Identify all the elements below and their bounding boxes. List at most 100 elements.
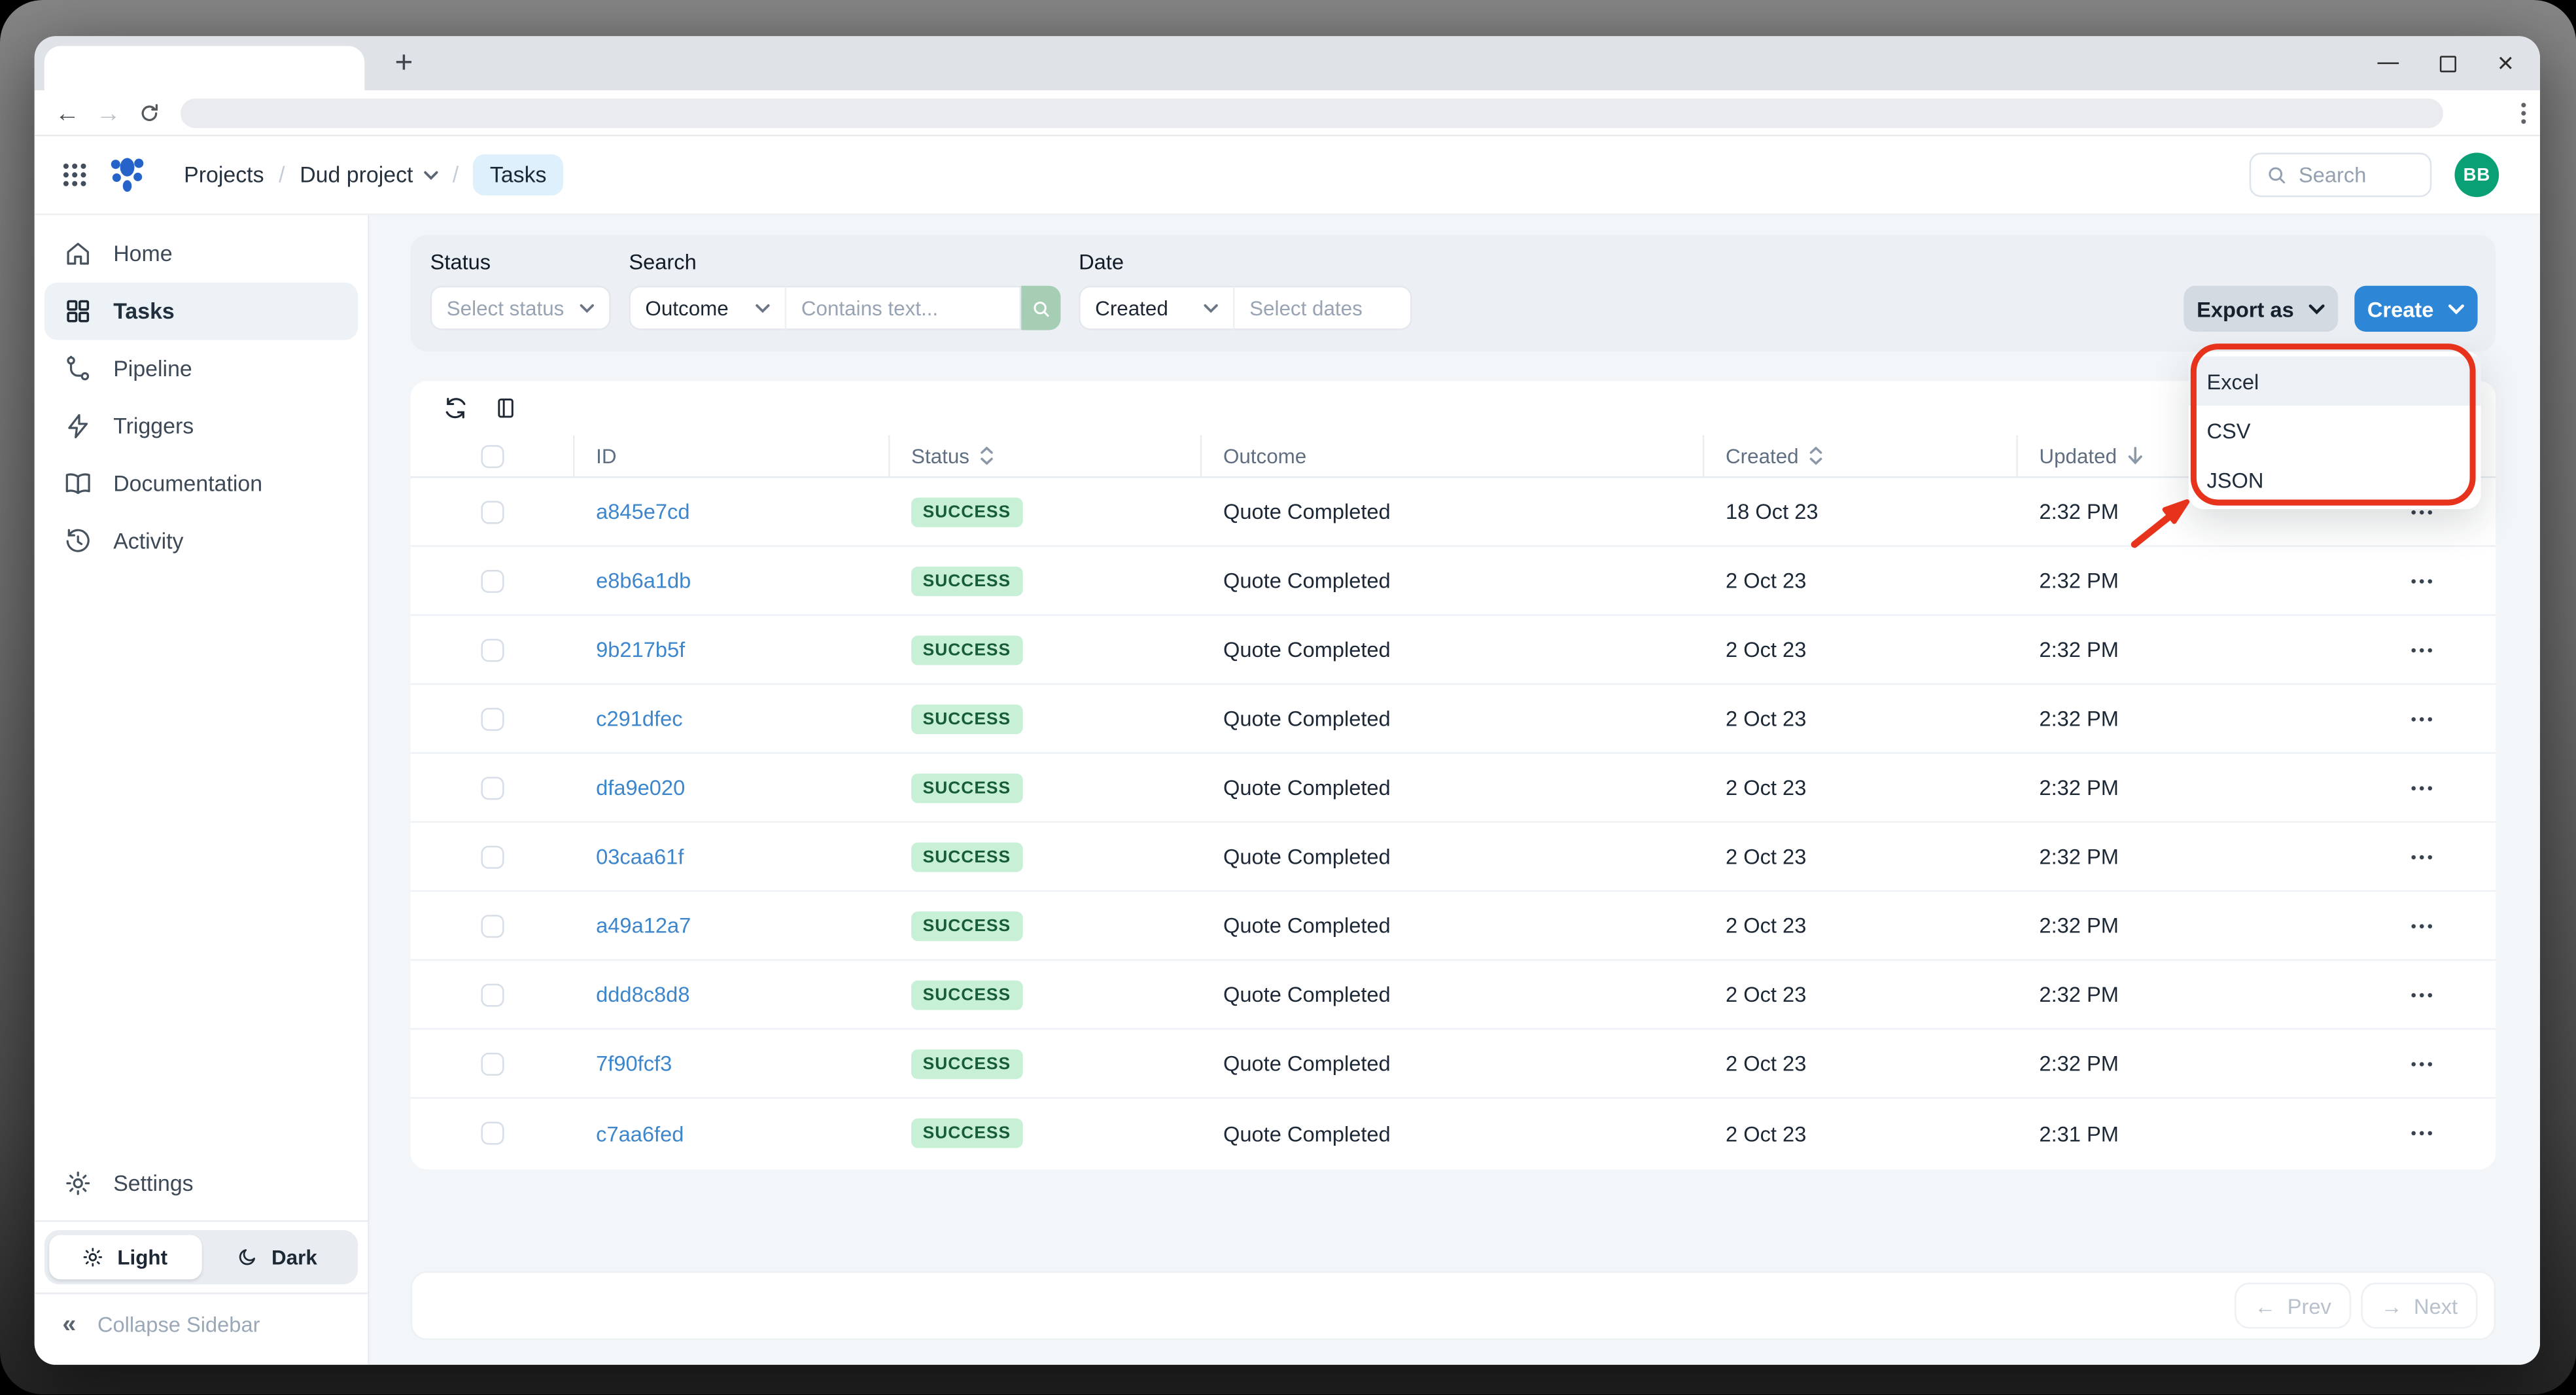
row-actions-button[interactable]: [2348, 616, 2496, 683]
task-id-link[interactable]: e8b6a1db: [596, 568, 691, 593]
task-id-link[interactable]: 9b217b5f: [596, 637, 685, 662]
sidebar-item-home[interactable]: Home: [44, 225, 358, 283]
row-checkbox[interactable]: [481, 983, 504, 1006]
row-checkbox[interactable]: [481, 775, 504, 800]
breadcrumb-current-tasks[interactable]: Tasks: [473, 154, 563, 196]
search-field-select[interactable]: Outcome: [629, 285, 785, 330]
export-menu-item[interactable]: CSV: [2189, 406, 2481, 455]
row-checkbox[interactable]: [481, 913, 504, 937]
row-actions-button[interactable]: [2348, 1030, 2496, 1097]
filter-panel: Status Search Date Select status Outcome: [410, 234, 2496, 352]
app-grid-icon[interactable]: [62, 162, 87, 187]
task-id-link[interactable]: c291dfec: [596, 706, 682, 731]
columns-icon[interactable]: [495, 396, 517, 421]
row-checkbox[interactable]: [481, 638, 504, 662]
sidebar-item-activity[interactable]: Activity: [44, 512, 358, 570]
task-id-link[interactable]: 7f90fcf3: [596, 1051, 672, 1076]
collapse-sidebar-button[interactable]: « Collapse Sidebar: [35, 1302, 368, 1345]
sidebar-item-documentation[interactable]: Documentation: [44, 455, 358, 512]
export-option-label: Excel: [2206, 368, 2259, 394]
desktop-background: + × ← → Projects / Dud project / Tasks S…: [0, 0, 2576, 1394]
browser-menu-icon[interactable]: [2520, 102, 2527, 133]
row-actions-button[interactable]: [2348, 685, 2496, 752]
created-cell: 2 Oct 23: [1726, 568, 1807, 593]
column-header-created[interactable]: Created: [1704, 435, 2018, 476]
column-label: Updated: [2039, 444, 2117, 468]
outcome-cell: Quote Completed: [1223, 844, 1391, 869]
avatar[interactable]: BB: [2454, 152, 2499, 198]
row-checkbox[interactable]: [481, 707, 504, 730]
task-id-link[interactable]: 03caa61f: [596, 844, 684, 869]
task-id-link[interactable]: dfa9e020: [596, 775, 685, 800]
export-menu-item[interactable]: JSON: [2189, 455, 2481, 504]
global-search-input[interactable]: Search: [2249, 152, 2432, 198]
forward-icon[interactable]: →: [92, 90, 125, 136]
status-badge: SUCCESS: [911, 841, 1022, 872]
updated-cell: 2:32 PM: [2039, 706, 2119, 731]
sidebar-item-label: Triggers: [113, 414, 194, 439]
url-bar[interactable]: [181, 98, 2443, 128]
column-header-id[interactable]: ID: [575, 435, 890, 476]
created-cell: 2 Oct 23: [1726, 1121, 1807, 1146]
outcome-cell: Quote Completed: [1223, 1121, 1391, 1146]
theme-light-button[interactable]: Light: [49, 1235, 201, 1280]
row-actions-button[interactable]: [2348, 1099, 2496, 1167]
outcome-cell: Quote Completed: [1223, 706, 1391, 731]
browser-tab[interactable]: [44, 46, 365, 91]
ellipsis-icon: [2411, 785, 2433, 790]
minimize-icon[interactable]: [2377, 62, 2399, 64]
ellipsis-icon: [2411, 923, 2433, 928]
sidebar-item-settings[interactable]: Settings: [44, 1155, 358, 1212]
task-id-link[interactable]: c7aa6fed: [596, 1121, 684, 1146]
row-actions-button[interactable]: [2348, 754, 2496, 821]
task-id-link[interactable]: ddd8c8d8: [596, 982, 689, 1007]
back-icon[interactable]: ←: [51, 90, 84, 136]
select-all-checkbox[interactable]: [480, 444, 504, 468]
row-actions-button[interactable]: [2348, 547, 2496, 614]
ellipsis-icon: [2411, 716, 2433, 721]
search-text-input[interactable]: Contains text...: [784, 285, 1022, 330]
export-menu-item[interactable]: Excel: [2188, 356, 2481, 406]
task-id-link[interactable]: a49a12a7: [596, 913, 691, 938]
prev-arrow-icon: ←: [2254, 1293, 2276, 1318]
reload-icon[interactable]: [133, 90, 165, 136]
maximize-icon[interactable]: [2440, 55, 2457, 72]
window-controls: ×: [2377, 36, 2514, 90]
task-id-link[interactable]: a845e7cd: [596, 499, 689, 524]
date-field-select[interactable]: Created: [1079, 285, 1234, 330]
sidebar-item-triggers[interactable]: Triggers: [44, 397, 358, 455]
date-range-input[interactable]: Select dates: [1233, 285, 1412, 330]
sidebar-item-tasks[interactable]: Tasks: [44, 282, 358, 340]
row-checkbox[interactable]: [481, 1121, 504, 1145]
refresh-icon[interactable]: [444, 396, 468, 421]
row-checkbox[interactable]: [481, 500, 504, 523]
column-header-status[interactable]: Status: [890, 435, 1202, 476]
sidebar-item-label: Settings: [113, 1171, 194, 1196]
row-checkbox[interactable]: [481, 569, 504, 592]
theme-toggle: Light Dark: [44, 1229, 358, 1284]
search-submit-button[interactable]: [1021, 285, 1061, 330]
breadcrumb-project-dropdown[interactable]: Dud project: [300, 162, 438, 187]
create-button[interactable]: Create: [2354, 285, 2478, 332]
browser-tab-strip: + ×: [34, 36, 2540, 91]
row-checkbox[interactable]: [481, 1051, 504, 1075]
theme-dark-button[interactable]: Dark: [201, 1235, 353, 1280]
breadcrumb-projects[interactable]: Projects: [184, 162, 264, 187]
row-checkbox[interactable]: [481, 845, 504, 868]
row-actions-button[interactable]: [2348, 892, 2496, 959]
created-cell: 2 Oct 23: [1726, 775, 1807, 800]
new-tab-icon[interactable]: +: [383, 43, 425, 85]
prev-page-button[interactable]: ← Prev: [2235, 1282, 2352, 1329]
prev-label: Prev: [2287, 1293, 2331, 1318]
create-label: Create: [2367, 296, 2434, 321]
next-page-button[interactable]: → Next: [2361, 1282, 2478, 1329]
app-logo-icon[interactable]: [107, 152, 148, 197]
sidebar-item-pipeline[interactable]: Pipeline: [44, 340, 358, 398]
row-actions-button[interactable]: [2348, 823, 2496, 891]
export-as-button[interactable]: Export as: [2184, 285, 2339, 332]
row-actions-button[interactable]: [2348, 961, 2496, 1028]
status-select[interactable]: Select status: [430, 285, 611, 330]
column-header-outcome[interactable]: Outcome: [1202, 435, 1705, 476]
sort-icon: [981, 446, 994, 465]
close-icon[interactable]: ×: [2498, 49, 2514, 77]
